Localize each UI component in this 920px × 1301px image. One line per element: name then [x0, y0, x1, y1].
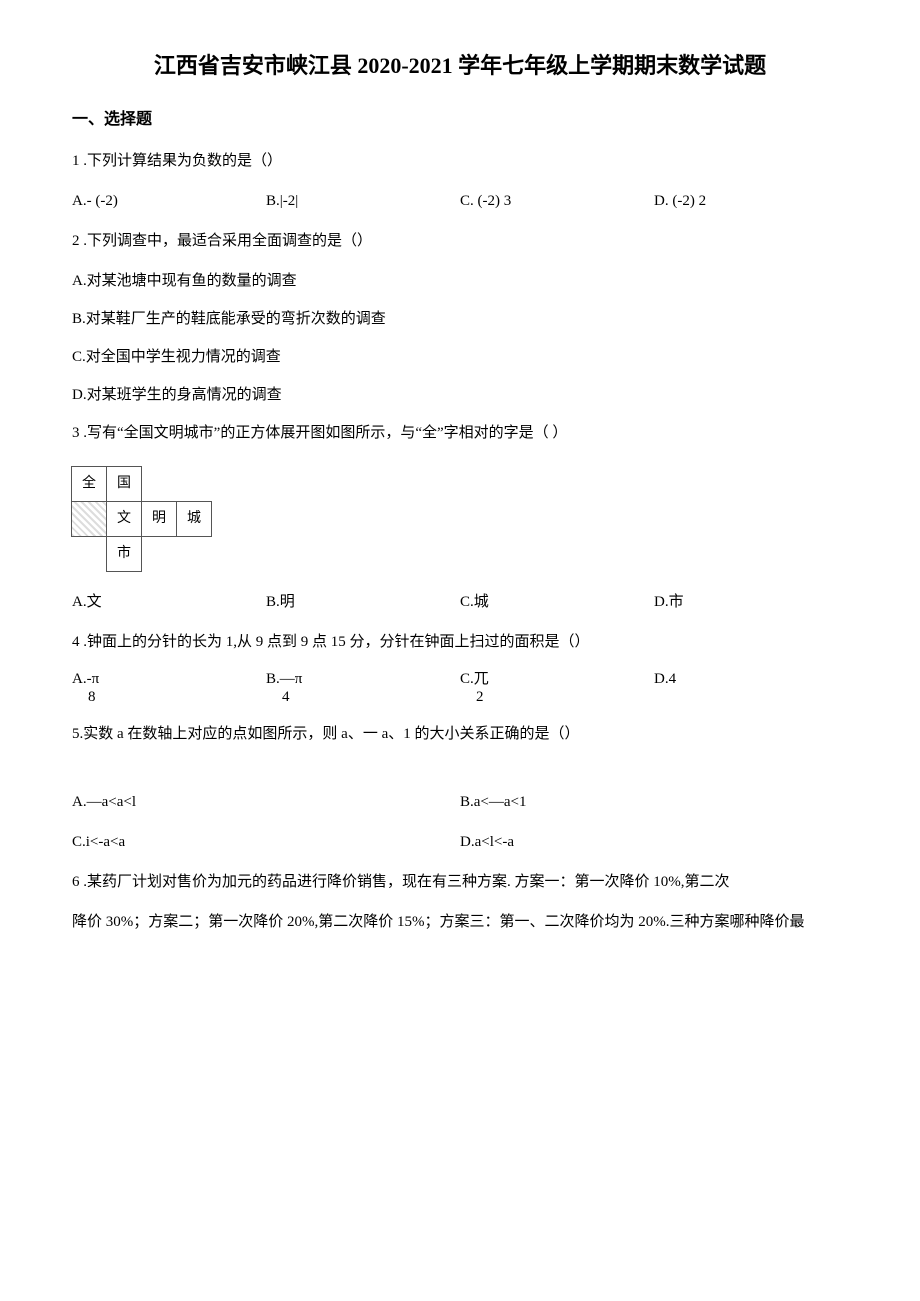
question-1-options: A.- (-2) B.|-2| C. (-2) 3 D. (-2) 2	[72, 189, 848, 213]
q2-option-b: B.对某鞋厂生产的鞋底能承受的弯折次数的调查	[72, 307, 848, 331]
q3-option-d: D.市	[654, 590, 848, 614]
q4-d-top: D.4	[654, 670, 676, 688]
q1-option-a: A.- (-2)	[72, 189, 266, 213]
question-4-options: A.-π 8 B.—π 4 C.兀 2 D.4	[72, 670, 848, 706]
q1-option-b: B.|-2|	[266, 189, 460, 213]
net-cell-quan: 全	[71, 466, 107, 502]
net-cell-ming: 明	[141, 501, 177, 537]
q2-option-c: C.对全国中学生视力情况的调查	[72, 345, 848, 369]
question-2-stem: 2 .下列调查中，最适合采用全面调查的是（）	[72, 229, 848, 253]
question-3-stem: 3 .写有“全国文明城市”的正方体展开图如图所示，与“全”字相对的字是（ ）	[72, 421, 848, 445]
q3-option-b: B.明	[266, 590, 460, 614]
q4-option-b: B.—π 4	[266, 670, 460, 706]
page-title: 江西省吉安市峡江县 2020-2021 学年七年级上学期期末数学试题	[72, 48, 848, 83]
net-cell-shi: 市	[106, 536, 142, 572]
net-cell-wen: 文	[106, 501, 142, 537]
q4-b-top: B.—π	[266, 670, 302, 688]
q4-option-a: A.-π 8	[72, 670, 266, 706]
q5-option-d: D.a<l<-a	[460, 830, 848, 854]
question-1-stem: 1 .下列计算结果为负数的是（）	[72, 149, 848, 173]
question-4-stem: 4 .钟面上的分针的长为 1,从 9 点到 9 点 15 分，分针在钟面上扫过的…	[72, 630, 848, 654]
q5-option-c: C.i<-a<a	[72, 830, 460, 854]
question-5-options-row2: C.i<-a<a D.a<l<-a	[72, 830, 848, 854]
q3-option-c: C.城	[460, 590, 654, 614]
question-5-stem: 5.实数 a 在数轴上对应的点如图所示，则 a、一 a、1 的大小关系正确的是（…	[72, 722, 848, 746]
net-cell-guo: 国	[106, 466, 142, 502]
q5-option-b: B.a<—a<1	[460, 790, 848, 814]
q2-option-a: A.对某池塘中现有鱼的数量的调查	[72, 269, 848, 293]
q5-figure-placeholder	[72, 762, 848, 790]
q5-option-a: A.—a<a<l	[72, 790, 460, 814]
net-cell-cheng: 城	[176, 501, 212, 537]
q3-option-a: A.文	[72, 590, 266, 614]
q4-a-bot: 8	[88, 688, 96, 706]
q4-option-c: C.兀 2	[460, 670, 654, 706]
net-cell-ghost	[71, 536, 107, 572]
question-6-line2: 降价 30%；方案二；第一次降价 20%,第二次降价 15%；方案三：第一、二次…	[72, 910, 848, 934]
net-cell-blank	[71, 501, 107, 537]
question-3-options: A.文 B.明 C.城 D.市	[72, 590, 848, 614]
q4-b-bot: 4	[282, 688, 290, 706]
q1-option-d: D. (-2) 2	[654, 189, 848, 213]
question-5-options-row1: A.—a<a<l B.a<—a<1	[72, 790, 848, 814]
q2-option-d: D.对某班学生的身高情况的调查	[72, 383, 848, 407]
question-6-line1: 6 .某药厂计划对售价为加元的药品进行降价销售，现在有三种方案. 方案一：第一次…	[72, 870, 848, 894]
section-heading-1: 一、选择题	[72, 107, 848, 133]
q4-a-top: A.-π	[72, 670, 99, 688]
q4-option-d: D.4	[654, 670, 848, 706]
q1-option-c: C. (-2) 3	[460, 189, 654, 213]
cube-net-figure: 全 国 文 明 城 市	[72, 467, 212, 572]
q4-c-bot: 2	[476, 688, 484, 706]
q4-c-top: C.兀	[460, 670, 489, 688]
